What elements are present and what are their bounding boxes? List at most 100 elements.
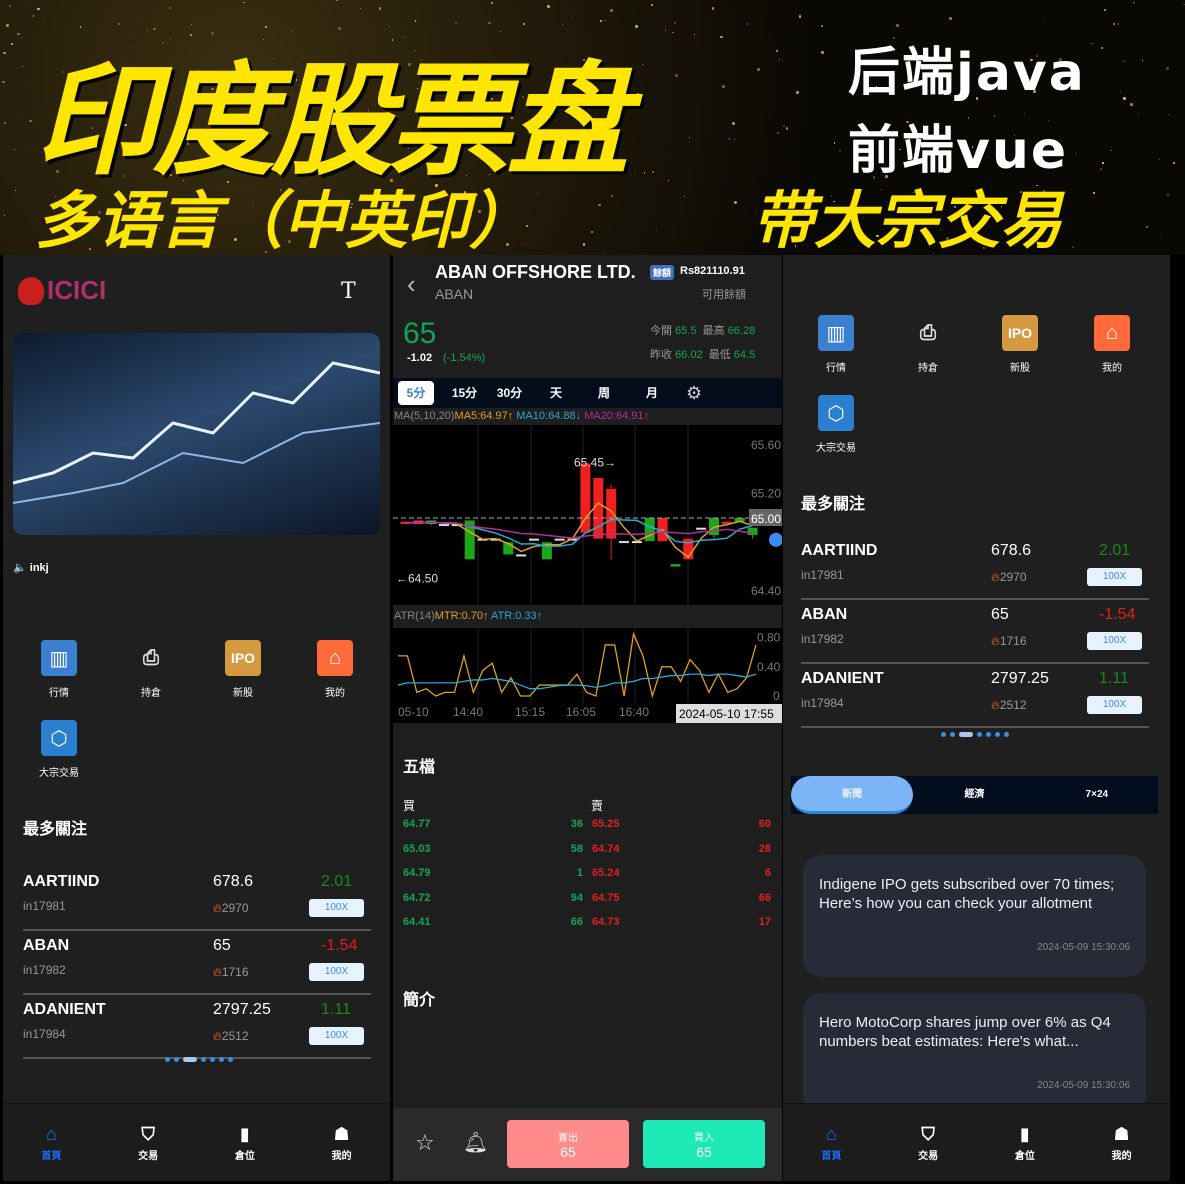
- candle: [696, 527, 707, 530]
- leverage-badge[interactable]: 100X: [1087, 568, 1142, 586]
- menu-item-2[interactable]: IPO 新股: [974, 315, 1066, 395]
- period-tab[interactable]: 5分: [398, 381, 434, 405]
- sparkle: [833, 142, 836, 144]
- nav-1[interactable]: ⛉ 交易: [100, 1104, 197, 1181]
- menu-item-3[interactable]: ⌂ 我的: [289, 640, 381, 720]
- sparkle: [609, 8, 613, 12]
- ask-price: 64.75: [592, 891, 620, 904]
- nav-0[interactable]: ⌂ 首頁: [783, 1104, 880, 1181]
- sell-header: 賣: [591, 799, 604, 813]
- sparkle: [674, 74, 678, 78]
- menu-item-label: 行情: [826, 363, 846, 374]
- sparkle: [17, 33, 20, 36]
- sparkle: [839, 150, 841, 153]
- nav-3[interactable]: ☗ 我的: [293, 1104, 390, 1181]
- price-change-pct: (-1.54%): [443, 352, 486, 364]
- trade-bar: ☆ 🔔︎ 賣出 65 買入 65: [393, 1108, 782, 1181]
- sparkle: [1130, 102, 1133, 106]
- news-tab[interactable]: 經濟: [913, 776, 1035, 814]
- banner-carousel[interactable]: [13, 333, 380, 535]
- nav-2[interactable]: ▮ 倉位: [197, 1104, 294, 1181]
- menu-item-1[interactable]: ⎙ 持倉: [882, 315, 974, 395]
- stock-row[interactable]: ABAN in17982 65 🔥︎1716 -1.54 100X: [801, 600, 1149, 664]
- news-card[interactable]: Hero MotoCorp shares jump over 6% as Q4 …: [803, 993, 1146, 1115]
- ask-volume: 28: [758, 842, 771, 855]
- nav-2[interactable]: ▮ 倉位: [977, 1104, 1074, 1181]
- sparkle: [572, 16, 574, 19]
- menu-item-0[interactable]: ▥ 行情: [790, 315, 882, 395]
- candle: [670, 564, 681, 567]
- stock-row[interactable]: ADANIENT in17984 2797.25 🔥︎2512 1.11 100X: [801, 664, 1149, 728]
- leverage-badge[interactable]: 100X: [1087, 696, 1142, 714]
- news-tab[interactable]: 新聞: [791, 776, 914, 814]
- menu-item-0[interactable]: ▥ 行情: [13, 640, 105, 720]
- leverage-badge[interactable]: 100X: [309, 899, 364, 917]
- pager-dots: [165, 1057, 233, 1062]
- stock-row[interactable]: AARTIIND in17981 678.6 🔥︎2970 2.01 100X: [801, 536, 1149, 600]
- stock-row[interactable]: ABAN in17982 65 🔥︎1716 -1.54 100X: [23, 931, 371, 995]
- period-tab[interactable]: 15分: [442, 381, 487, 405]
- bid-volume: 66: [570, 916, 583, 928]
- sell-button[interactable]: 賣出 65: [507, 1120, 629, 1168]
- bar-chart-icon: ▮: [1019, 1123, 1030, 1144]
- sparkle: [1102, 162, 1104, 164]
- menu-item-3[interactable]: ⌂ 我的: [1066, 315, 1158, 395]
- settings-icon[interactable]: ⚙: [686, 383, 702, 404]
- x-tick-label: 16:40: [619, 705, 649, 719]
- intro-title: 簡介: [403, 992, 436, 1009]
- leverage-badge[interactable]: 100X: [309, 1027, 364, 1045]
- font-size-button[interactable]: T: [341, 279, 356, 304]
- menu-item-2[interactable]: IPO 新股: [197, 640, 289, 720]
- candlestick-chart[interactable]: 65.60 65.20 64.40 65.00 65.45→ ←64.50: [393, 425, 782, 605]
- leverage-badge[interactable]: 100X: [1087, 632, 1142, 650]
- sparkle: [637, 93, 639, 95]
- sparkle: [3, 122, 6, 125]
- sparkle: [625, 80, 627, 82]
- chart-icon: ▥: [41, 640, 77, 676]
- menu-item-label: 新股: [233, 688, 253, 699]
- x-tick-label: 15:15: [515, 705, 545, 719]
- nav-0[interactable]: ⌂ 首頁: [3, 1104, 100, 1181]
- bell-icon[interactable]: 🔔︎: [463, 1130, 488, 1155]
- stock-row[interactable]: AARTIIND in17981 678.6 🔥︎2970 2.01 100X: [23, 867, 371, 931]
- prev-low-stats: 昨收 66.02 最低 64.5: [650, 349, 756, 361]
- menu-item-4[interactable]: ⬡ 大宗交易: [13, 720, 105, 800]
- ask-price: 64.74: [592, 842, 620, 855]
- current-price-label: 65.00: [751, 512, 781, 526]
- sparkle: [684, 196, 685, 197]
- period-tab[interactable]: 天: [532, 381, 580, 405]
- sparkle: [598, 203, 602, 207]
- sparkle: [651, 4, 653, 6]
- balance-label: 可用餘額: [702, 289, 746, 301]
- nav-3[interactable]: ☗ 我的: [1073, 1104, 1170, 1181]
- atr-chart[interactable]: 0.80 0.40 0 05-10 14:40 15:15 16:05 16:40 2024-0…: [393, 628, 782, 723]
- news-tab[interactable]: 7×24: [1036, 776, 1158, 814]
- period-tab[interactable]: 月: [628, 381, 676, 405]
- notice-bar[interactable]: 🔈 inkj: [13, 561, 49, 574]
- stock-code: in17984: [801, 696, 844, 710]
- menu-item-4[interactable]: ⬡ 大宗交易: [790, 395, 882, 475]
- sparkle: [379, 7, 382, 10]
- sparkle: [734, 138, 736, 141]
- back-icon[interactable]: ‹: [407, 269, 416, 300]
- stock-row[interactable]: ADANIENT in17984 2797.25 🔥︎2512 1.11 100X: [23, 995, 371, 1059]
- period-tab[interactable]: 30分: [487, 381, 532, 405]
- sparkle: [1112, 22, 1115, 25]
- sparkle: [1173, 161, 1175, 164]
- sparkle: [652, 171, 654, 173]
- news-card[interactable]: Indigene IPO gets subscribed over 70 tim…: [803, 855, 1146, 977]
- menu-item-label: 持倉: [918, 363, 938, 374]
- sparkle: [36, 7, 40, 11]
- menu-item-label: 持倉: [141, 688, 161, 699]
- news-title: Hero MotoCorp shares jump over 6% as Q4 …: [819, 1014, 1111, 1050]
- nav-1[interactable]: ⛉ 交易: [880, 1104, 977, 1181]
- stock-name: ABAN OFFSHORE LTD.: [435, 262, 636, 282]
- leverage-badge[interactable]: 100X: [309, 963, 364, 981]
- sparkle: [1090, 42, 1093, 45]
- buy-header: 買: [403, 799, 416, 813]
- sparkle: [491, 2, 494, 4]
- star-icon[interactable]: ☆: [415, 1130, 435, 1156]
- period-tab[interactable]: 周: [580, 381, 628, 405]
- menu-item-1[interactable]: ⎙ 持倉: [105, 640, 197, 720]
- buy-button[interactable]: 買入 65: [643, 1120, 765, 1168]
